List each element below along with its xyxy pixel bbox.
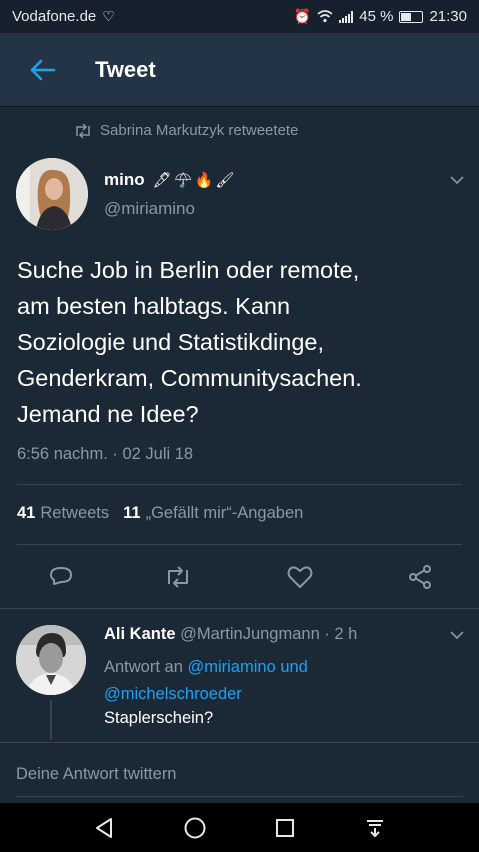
- page-title: Tweet: [95, 56, 156, 82]
- heart-icon: ♡: [102, 8, 115, 24]
- share-button[interactable]: [405, 562, 435, 592]
- retweet-icon: [76, 123, 90, 138]
- wifi-icon: [317, 10, 333, 23]
- tweet-actions: [0, 557, 479, 597]
- author-emoji: 🖋☂🔥🖌: [152, 172, 237, 189]
- nav-recents-icon: [276, 819, 294, 837]
- battery-percent: 45 %: [359, 8, 394, 25]
- signal-icon: [339, 10, 354, 23]
- reply-compose-input[interactable]: Deine Antwort twittern: [16, 765, 177, 784]
- divider: [17, 544, 462, 545]
- status-time: 21:30: [429, 8, 467, 25]
- nav-notifications-icon: [367, 820, 383, 837]
- retweet-count: 41: [17, 504, 36, 522]
- nav-notifications-button[interactable]: [362, 815, 388, 841]
- avatar-photo: [16, 158, 88, 230]
- tweet-text: Suche Job in Berlin oder remote, am best…: [17, 257, 362, 427]
- compose-bar: Deine Antwort twittern: [0, 742, 479, 803]
- likes-stat[interactable]: 11 „Gefällt mir“-Angaben: [123, 504, 303, 523]
- retweet-label: Retweets: [40, 504, 110, 522]
- status-bar: Vodafone.de ♡ ⏰ 45 % 21:30: [0, 0, 479, 33]
- reply-button[interactable]: [46, 562, 76, 592]
- reply-handle-time: @MartinJungmann · 2 h: [180, 625, 358, 643]
- nav-back-icon: [96, 818, 112, 838]
- retweet-icon: [168, 566, 188, 588]
- reply-display-name: Ali Kante: [104, 625, 176, 643]
- reply-to-prefix: Antwort an: [104, 658, 183, 676]
- author-display-name: mino: [104, 170, 145, 189]
- tweet-timestamp: 6:56 nachm. · 02 Juli 18: [17, 445, 194, 463]
- reply-avatar-photo: [16, 625, 86, 695]
- share-icon: [409, 565, 431, 589]
- nav-home-button[interactable]: [182, 815, 208, 841]
- mention-link[interactable]: @miriamino und: [187, 658, 307, 676]
- tweet-stats: 41 Retweets 11 „Gefällt mir“-Angaben: [17, 504, 303, 523]
- reply-separator: [0, 608, 479, 609]
- nav-home-icon: [184, 817, 206, 839]
- app-header: Tweet: [0, 33, 479, 107]
- like-label: „Gefällt mir“-Angaben: [145, 504, 304, 522]
- avatar[interactable]: [16, 158, 88, 230]
- author-handle[interactable]: @miriamino: [104, 199, 195, 219]
- like-count: 11: [123, 504, 141, 522]
- reply-header[interactable]: Ali Kante @MartinJungmann · 2 h: [104, 625, 357, 644]
- retweet-notice[interactable]: Sabrina Markutzyk retweetete: [74, 122, 298, 139]
- reply-avatar[interactable]: [16, 625, 86, 695]
- reply-text: Staplerschein?: [104, 709, 214, 727]
- nav-recents-button[interactable]: [272, 815, 298, 841]
- mention-link[interactable]: @michelschroeder: [104, 685, 242, 703]
- status-right: ⏰ 45 % 21:30: [294, 8, 467, 25]
- compose-underline: [16, 796, 463, 797]
- retweets-stat[interactable]: 41 Retweets: [17, 504, 109, 523]
- status-left: Vodafone.de ♡: [12, 8, 115, 25]
- like-button[interactable]: [285, 562, 315, 592]
- thread-line: [50, 700, 52, 740]
- chevron-down-icon[interactable]: [449, 172, 465, 188]
- battery-icon: [399, 10, 424, 23]
- divider: [17, 484, 462, 485]
- reply-to-line: Antwort an @miriamino und @michelschroed…: [104, 654, 444, 708]
- reply-icon: [50, 567, 72, 585]
- chevron-down-icon[interactable]: [449, 627, 465, 643]
- retweet-notice-text: Sabrina Markutzyk retweetete: [100, 122, 299, 139]
- system-nav-bar: [0, 803, 479, 852]
- nav-back-button[interactable]: [91, 815, 117, 841]
- author-name-row[interactable]: mino 🖋☂🔥🖌: [104, 170, 236, 190]
- retweet-button[interactable]: [163, 562, 193, 592]
- like-icon: [287, 566, 313, 588]
- back-arrow-icon: [30, 59, 56, 80]
- back-button[interactable]: [22, 50, 62, 90]
- alarm-icon: ⏰: [293, 8, 312, 24]
- carrier-name: Vodafone.de: [12, 8, 97, 25]
